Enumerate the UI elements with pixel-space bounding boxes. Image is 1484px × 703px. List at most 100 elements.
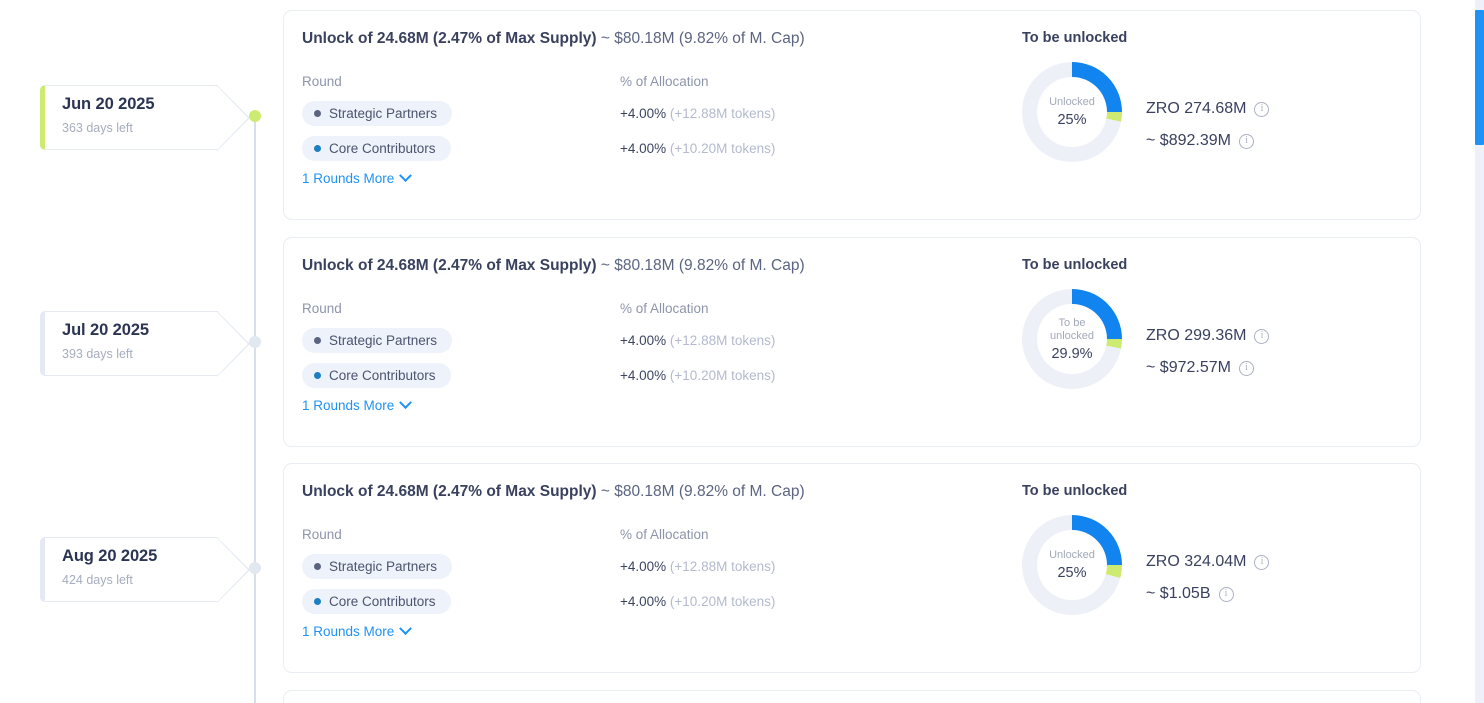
unlock-card: Unlock of 24.68M (2.47% of Max Supply) ~… [283,10,1421,220]
round-column-header: Round [302,527,342,542]
allocation-tokens: (+12.88M tokens) [666,333,776,348]
round-pill[interactable]: Strategic Partners [302,554,453,579]
unlock-donut-chart[interactable]: To be unlocked 29.9% [1022,289,1122,389]
unlock-title-bold: Unlock of 24.68M (2.47% of Max Supply) [302,30,597,47]
round-color-dot-icon [314,110,321,117]
donut-center: Unlocked 25% [1037,77,1107,147]
chevron-down-icon [399,622,413,636]
unlock-donut-chart[interactable]: Unlocked 25% [1022,515,1122,615]
allocation-percent: +4.00% [620,594,667,609]
timeline-column: Jun 20 2025 363 days left Jul 20 2025 39… [0,0,283,703]
allocation-tokens: (+12.88M tokens) [666,106,776,121]
unlock-card-title: Unlock of 24.68M (2.47% of Max Supply) ~… [302,30,805,48]
timeline-days-left: 363 days left [62,121,133,135]
round-color-dot-icon [314,337,321,344]
unlock-usd-amount-row: ~ $892.39M i [1146,132,1254,150]
timeline-marker-2[interactable]: Aug 20 2025 424 days left [40,537,250,603]
allocation-tokens: (+12.88M tokens) [666,559,776,574]
to-be-unlocked-heading: To be unlocked [1022,483,1128,499]
timeline-days-left: 424 days left [62,573,133,587]
donut-center-percent: 25% [1057,565,1087,581]
donut-center-percent: 29.9% [1051,345,1093,362]
allocation-percent: +4.00% [620,368,667,383]
unlock-token-amount-row: ZRO 324.04M i [1146,553,1270,571]
unlock-title-bold: Unlock of 24.68M (2.47% of Max Supply) [302,257,597,274]
timeline-line [254,115,256,703]
page-scrollbar-thumb[interactable] [1475,10,1484,145]
unlock-token-amount: ZRO 274.68M [1146,100,1247,117]
allocation-percent: +4.00% [620,559,667,574]
more-rounds-toggle[interactable]: 1 Rounds More [302,396,413,413]
allocation-value: +4.00% (+12.88M tokens) [620,333,775,348]
donut-center-label: To be unlocked [1049,316,1095,342]
more-rounds-label: 1 Rounds More [302,398,395,413]
unlock-title-rest: ~ $80.18M (9.82% of M. Cap) [596,30,805,47]
donut-center-label: Unlocked [1049,549,1095,561]
round-column-header: Round [302,74,342,89]
unlock-usd-amount: ~ $892.39M [1146,132,1231,149]
round-column-header: Round [302,301,342,316]
donut-center-label: Unlocked [1049,96,1095,108]
unlock-donut-chart[interactable]: Unlocked 25% [1022,62,1122,162]
timeline-dot-0 [249,110,261,122]
timeline-marker-0[interactable]: Jun 20 2025 363 days left [40,85,250,151]
info-icon[interactable]: i [1218,586,1234,602]
to-be-unlocked-heading: To be unlocked [1022,30,1128,46]
unlock-usd-amount-row: ~ $1.05B i [1146,585,1234,603]
allocation-percent: +4.00% [620,333,667,348]
info-icon[interactable]: i [1254,101,1270,117]
round-pill[interactable]: Strategic Partners [302,101,453,126]
round-pill[interactable]: Strategic Partners [302,328,453,353]
timeline-days-left: 393 days left [62,347,133,361]
timeline-marker-1[interactable]: Jul 20 2025 393 days left [40,311,250,377]
chevron-down-icon [399,169,413,183]
info-icon[interactable]: i [1254,328,1270,344]
unlock-card: Unlock of 24.68M (2.47% of Max Supply) ~… [283,237,1421,447]
timeline-dot-2 [249,562,261,574]
timeline-dot-1 [249,336,261,348]
info-icon[interactable]: i [1254,554,1270,570]
round-name: Core Contributors [329,594,436,609]
donut-center-percent: 25% [1057,112,1087,128]
unlock-title-rest: ~ $80.18M (9.82% of M. Cap) [596,257,805,274]
unlock-usd-amount: ~ $972.57M [1146,359,1231,376]
donut-center: To be unlocked 29.9% [1037,304,1107,374]
round-pill[interactable]: Core Contributors [302,363,451,388]
unlock-schedule-page: cryptorank cryptorank Jun 20 2025 363 da… [0,0,1484,703]
more-rounds-label: 1 Rounds More [302,171,395,186]
allocation-value: +4.00% (+12.88M tokens) [620,106,775,121]
timeline-date: Aug 20 2025 [62,547,158,565]
info-icon[interactable]: i [1238,360,1254,376]
timeline-date: Jun 20 2025 [62,95,155,113]
allocation-value: +4.00% (+12.88M tokens) [620,559,775,574]
unlock-usd-amount-row: ~ $972.57M i [1146,359,1254,377]
unlock-usd-amount: ~ $1.05B [1146,585,1211,602]
round-color-dot-icon [314,563,321,570]
round-color-dot-icon [314,145,321,152]
allocation-value: +4.00% (+10.20M tokens) [620,594,775,609]
timeline-date: Jul 20 2025 [62,321,149,339]
unlock-card-partial [283,690,1421,703]
allocation-column-header: % of Allocation [620,527,709,542]
unlock-title-rest: ~ $80.18M (9.82% of M. Cap) [596,483,805,500]
round-name: Core Contributors [329,368,436,383]
unlock-token-amount-row: ZRO 274.68M i [1146,100,1270,118]
round-name: Strategic Partners [329,106,438,121]
round-name: Strategic Partners [329,559,438,574]
round-pill[interactable]: Core Contributors [302,589,451,614]
round-color-dot-icon [314,372,321,379]
round-pill[interactable]: Core Contributors [302,136,451,161]
round-name: Core Contributors [329,141,436,156]
info-icon[interactable]: i [1238,133,1254,149]
to-be-unlocked-heading: To be unlocked [1022,257,1128,273]
more-rounds-toggle[interactable]: 1 Rounds More [302,169,413,186]
allocation-tokens: (+10.20M tokens) [666,368,776,383]
more-rounds-toggle[interactable]: 1 Rounds More [302,622,413,639]
allocation-value: +4.00% (+10.20M tokens) [620,368,775,383]
allocation-value: +4.00% (+10.20M tokens) [620,141,775,156]
round-color-dot-icon [314,598,321,605]
unlock-card-title: Unlock of 24.68M (2.47% of Max Supply) ~… [302,257,805,275]
unlock-token-amount: ZRO 299.36M [1146,327,1247,344]
chevron-down-icon [399,396,413,410]
unlock-card-title: Unlock of 24.68M (2.47% of Max Supply) ~… [302,483,805,501]
